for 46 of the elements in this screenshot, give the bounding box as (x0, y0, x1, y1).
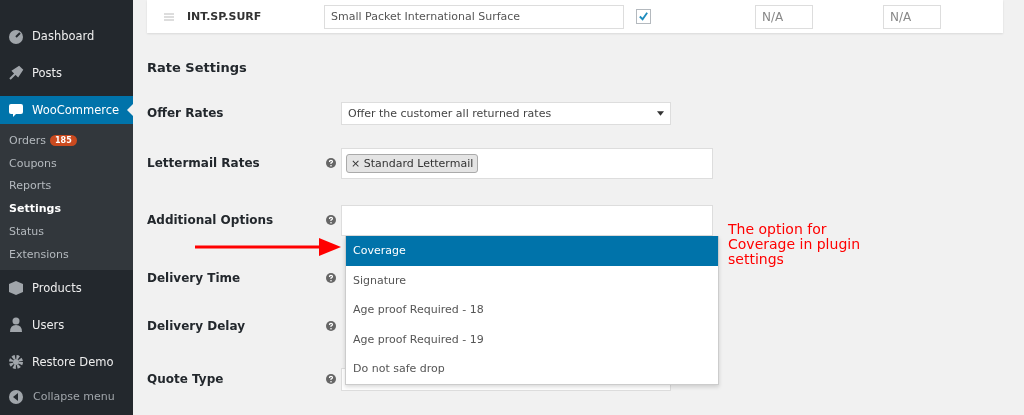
tag-chip[interactable]: × Standard Lettermail (346, 153, 479, 173)
collapse-menu-link[interactable]: Collapse menu (33, 390, 115, 404)
menu-item[interactable]: Products (0, 273, 133, 302)
collapse-icon (8, 388, 24, 405)
menu-item[interactable]: Restore Demo (0, 347, 133, 376)
submenu-item[interactable]: Settings (0, 197, 133, 221)
service-code: INT.SP.SURF (187, 10, 263, 23)
caret-icon (657, 110, 664, 116)
submenu-item[interactable]: Orders 185 (0, 129, 133, 152)
field-label: Delivery Delay (147, 319, 246, 333)
gear-icon (8, 353, 24, 370)
box-icon (8, 279, 24, 296)
menu-item[interactable]: WooCommerce (0, 96, 133, 124)
field-label: Delivery Time (147, 271, 242, 285)
section-title: Rate Settings (147, 58, 248, 77)
dropdown-option[interactable]: Signature (346, 265, 718, 295)
dashboard-icon (8, 28, 24, 44)
text-field[interactable]: N/A (755, 4, 813, 29)
arrow-icon (195, 238, 341, 256)
dropdown-option[interactable]: Do not safe drop (346, 354, 718, 384)
dropdown-option[interactable]: Age proof Required - 19 (346, 324, 718, 354)
annotation-text: The option for Coverage in plugin settings (728, 222, 862, 267)
tag-field[interactable]: × Standard Lettermail (341, 147, 713, 179)
name-field[interactable]: Small Packet International Surface (324, 4, 624, 29)
submenu-item[interactable]: Reports (0, 174, 133, 198)
menu-item[interactable]: Dashboard (0, 22, 133, 50)
field-label: Offer Rates (147, 106, 225, 120)
field-label: Quote Type (147, 372, 225, 386)
field-label: Lettermail Rates (147, 156, 261, 170)
field-label: Additional Options (147, 213, 275, 227)
dropdown-option[interactable]: Age proof Required - 18 (346, 295, 718, 325)
pin-icon (8, 65, 24, 81)
select-field[interactable]: Offer the customer all returned rates (341, 101, 671, 125)
submenu-item[interactable]: Extensions (0, 243, 133, 266)
person-icon (8, 316, 24, 333)
dropdown-option[interactable]: Coverage (346, 236, 718, 266)
menu-item[interactable]: Users (0, 310, 133, 339)
text-field[interactable]: N/A (883, 4, 941, 29)
checkbox[interactable] (636, 9, 651, 24)
drag-handle-icon (164, 12, 174, 21)
submenu-item[interactable]: Status (0, 220, 133, 243)
menu-item[interactable]: Posts (0, 59, 133, 87)
speech-bubble-icon (8, 102, 24, 118)
multiselect-field[interactable] (341, 204, 713, 236)
count-badge: 185 (50, 134, 77, 146)
submenu-item[interactable]: Coupons (0, 151, 133, 175)
